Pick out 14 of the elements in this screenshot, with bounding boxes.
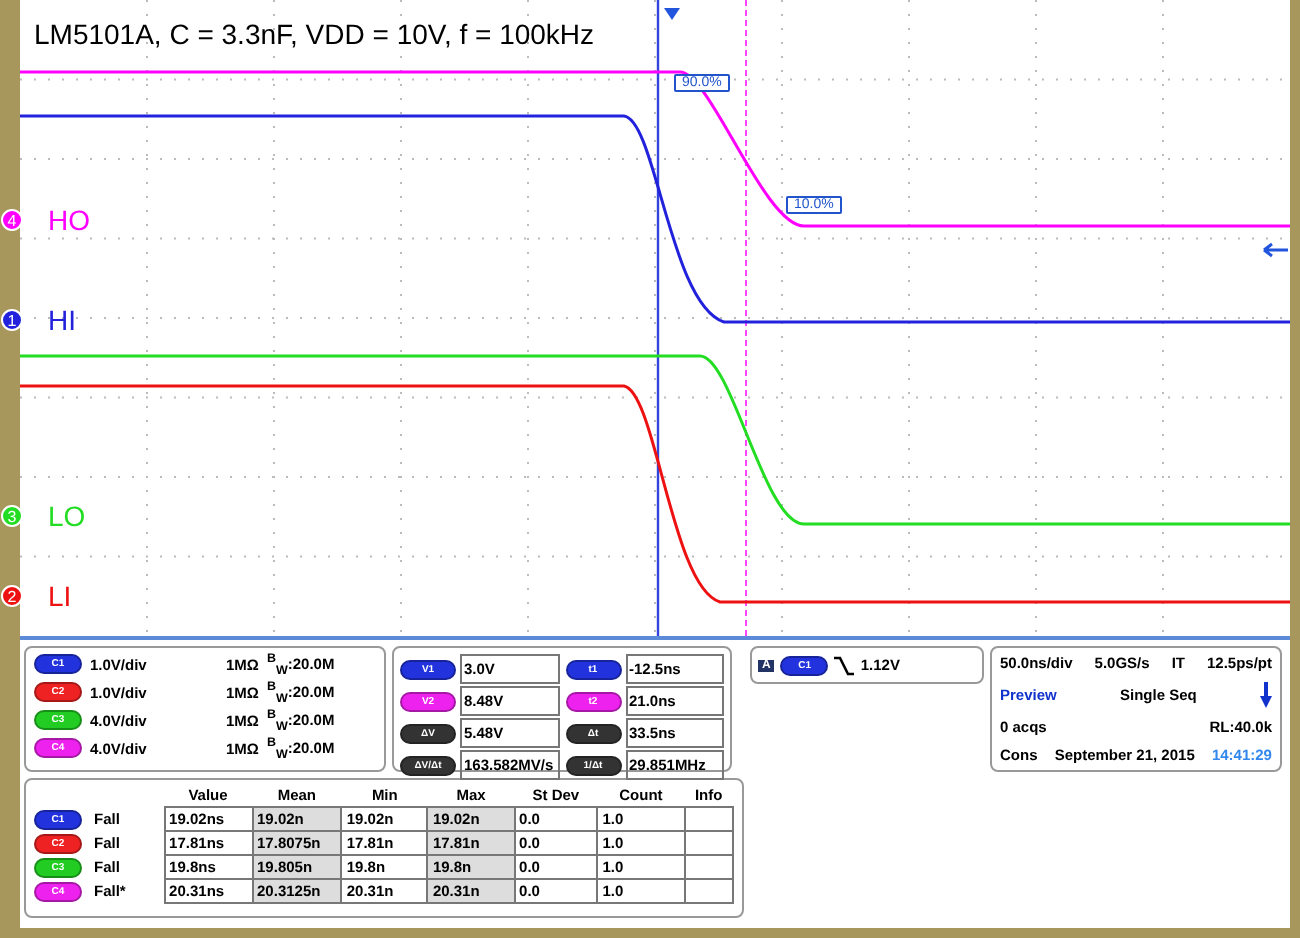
trace-label: LO [48, 500, 86, 532]
trace-label: HO [48, 204, 90, 236]
channel-marker-icon[interactable]: 2 [1, 585, 23, 607]
down-arrow-icon [1259, 682, 1272, 708]
cursor-line[interactable] [656, 0, 660, 636]
plot-title: LM5101A, C = 3.3nF, VDD = 10V, f = 100kHz [34, 18, 595, 50]
channel-marker-icon[interactable]: 4 [1, 209, 23, 231]
trigger-level-arrow-icon[interactable] [1262, 242, 1290, 258]
falling-edge-icon [834, 655, 855, 675]
cursor-line[interactable] [745, 0, 747, 637]
trace-label: LI [48, 580, 72, 612]
channel-marker-icon[interactable]: 1 [1, 309, 23, 331]
trigger-position-icon[interactable] [664, 8, 680, 20]
trace-label: HI [48, 304, 76, 336]
